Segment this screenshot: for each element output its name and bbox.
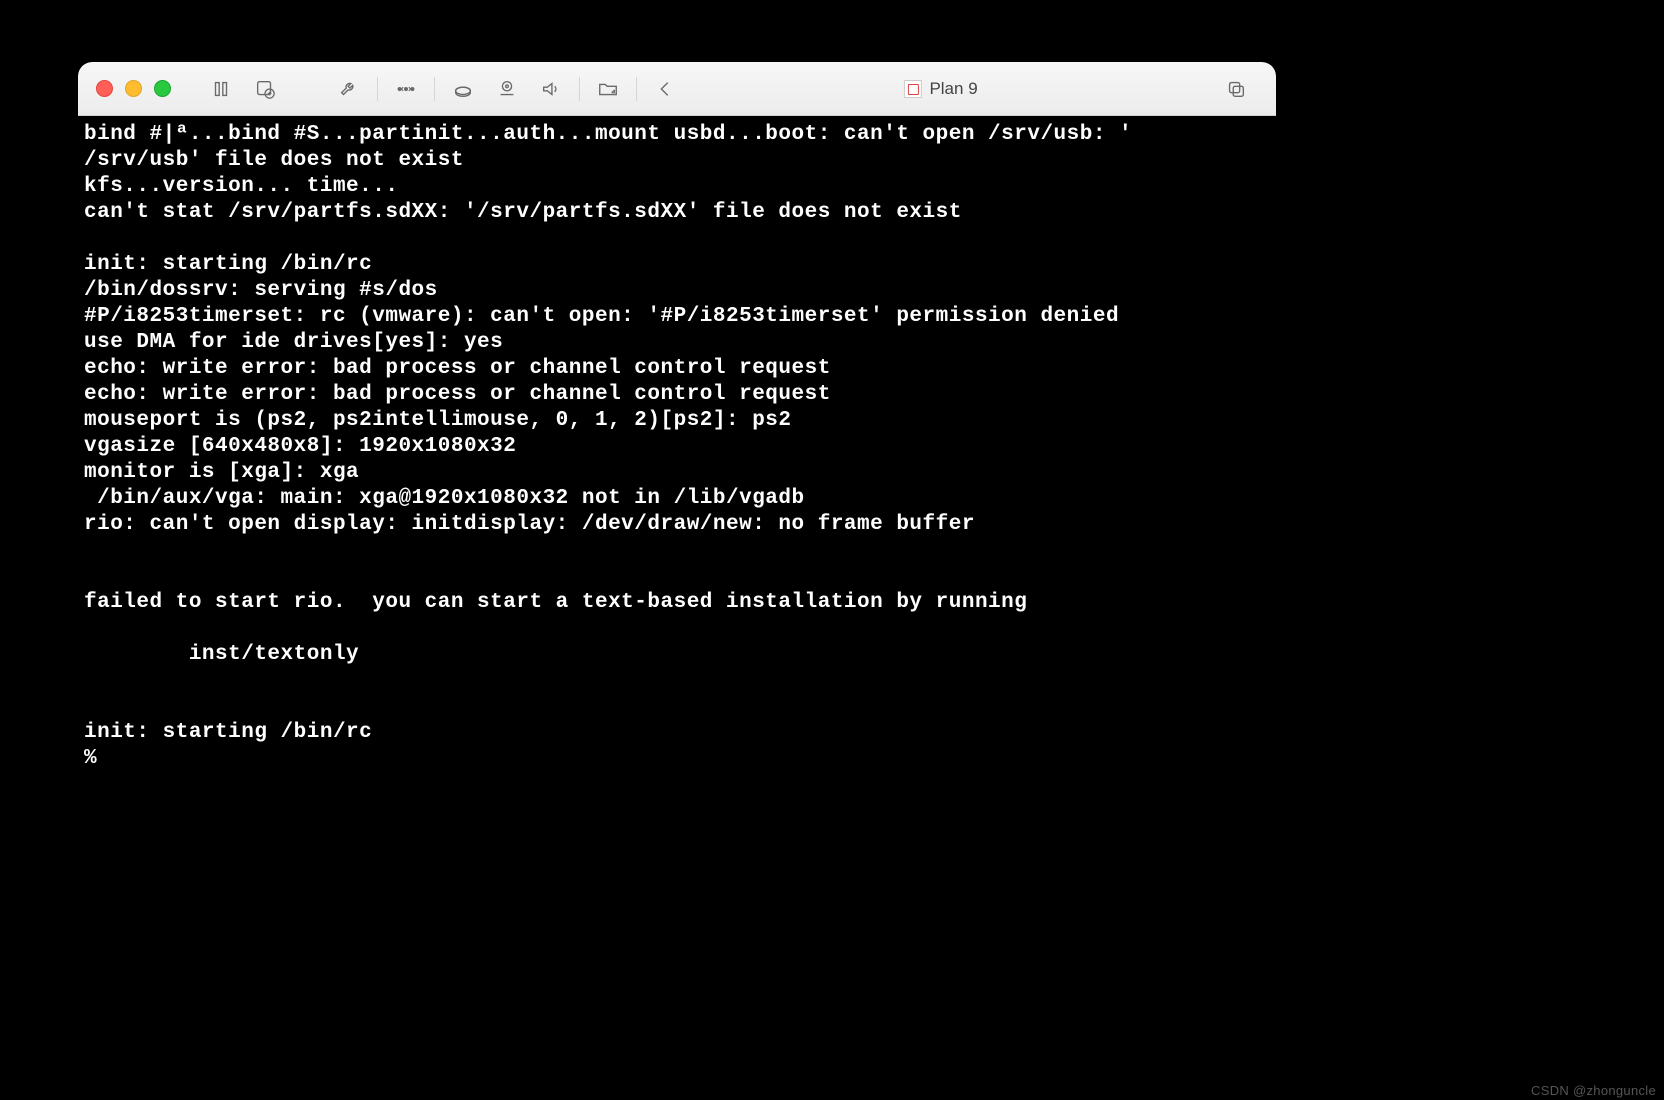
- terminal-line: inst/textonly: [84, 643, 359, 666]
- settings-button[interactable]: [327, 71, 371, 107]
- terminal-line: mouseport is (ps2, ps2intellimouse, 0, 1…: [84, 409, 792, 432]
- right-toolbar: [1214, 71, 1258, 107]
- disk-button[interactable]: [441, 71, 485, 107]
- back-button[interactable]: [643, 71, 687, 107]
- snapshot-icon: [254, 78, 276, 100]
- network-button[interactable]: [384, 71, 428, 107]
- terminal-line: vgasize [640x480x8]: 1920x1080x32: [84, 435, 516, 458]
- window-title: Plan 9: [903, 79, 977, 99]
- shared-folder-button[interactable]: [586, 71, 630, 107]
- close-button[interactable]: [96, 80, 113, 97]
- terminal-line: /bin/aux/vga: main: xga@1920x1080x32 not…: [84, 487, 805, 510]
- titlebar: Plan 9: [78, 62, 1276, 116]
- separator: [636, 77, 637, 101]
- terminal-line: kfs...version... time...: [84, 175, 398, 198]
- toolbar: [199, 71, 687, 107]
- terminal-line: init: starting /bin/rc: [84, 721, 372, 744]
- chevron-left-icon: [654, 78, 676, 100]
- snapshot-button[interactable]: [243, 71, 287, 107]
- folder-icon: [597, 78, 619, 100]
- speaker-icon: [540, 78, 562, 100]
- terminal-line: echo: write error: bad process or channe…: [84, 383, 831, 406]
- terminal-line: bind #|ª...bind #S...partinit...auth...m…: [84, 123, 1132, 146]
- terminal-line: /srv/usb' file does not exist: [84, 149, 464, 172]
- vm-window: Plan 9 bind #|ª...bind #S...partinit...a…: [78, 62, 1276, 781]
- separator: [579, 77, 580, 101]
- terminal-line: %: [84, 747, 110, 770]
- terminal-line: rio: can't open display: initdisplay: /d…: [84, 513, 975, 536]
- separator: [434, 77, 435, 101]
- terminal-line: #P/i8253timerset: rc (vmware): can't ope…: [84, 305, 1119, 328]
- terminal-line: /bin/dossrv: serving #s/dos: [84, 279, 438, 302]
- traffic-lights: [96, 80, 171, 97]
- network-icon: [395, 78, 417, 100]
- terminal-line: failed to start rio. you can start a tex…: [84, 591, 1027, 614]
- terminal-line: can't stat /srv/partfs.sdXX: '/srv/partf…: [84, 201, 962, 224]
- terminal-line: monitor is [xga]: xga: [84, 461, 359, 484]
- terminal-line: echo: write error: bad process or channe…: [84, 357, 831, 380]
- pause-icon: [210, 78, 232, 100]
- terminal-line: init: starting /bin/rc: [84, 253, 372, 276]
- wrench-icon: [338, 78, 360, 100]
- watermark: CSDN @zhonguncle: [1531, 1083, 1656, 1098]
- minimize-button[interactable]: [125, 80, 142, 97]
- windows-icon: [1225, 78, 1247, 100]
- terminal-output[interactable]: bind #|ª...bind #S...partinit...auth...m…: [78, 116, 1276, 778]
- fullscreen-button[interactable]: [154, 80, 171, 97]
- cd-icon: [496, 78, 518, 100]
- separator: [377, 77, 378, 101]
- window-title-text: Plan 9: [929, 79, 977, 99]
- vm-icon: [903, 80, 921, 98]
- windows-button[interactable]: [1214, 71, 1258, 107]
- terminal-line: use DMA for ide drives[yes]: yes: [84, 331, 503, 354]
- disk-icon: [452, 78, 474, 100]
- cd-button[interactable]: [485, 71, 529, 107]
- audio-button[interactable]: [529, 71, 573, 107]
- pause-button[interactable]: [199, 71, 243, 107]
